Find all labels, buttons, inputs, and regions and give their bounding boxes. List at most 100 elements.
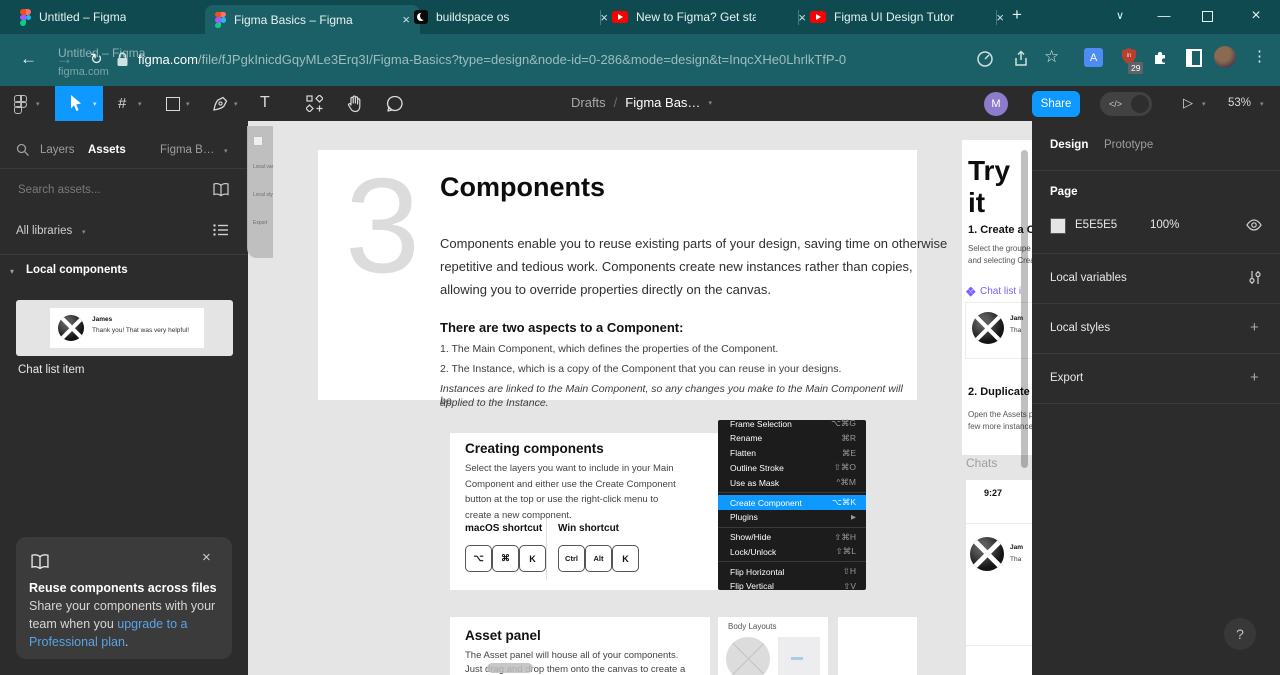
bookmark-star-icon[interactable]: ☆ [1044,47,1059,67]
tab-assets[interactable]: Assets [88,144,126,156]
canvas-page-components[interactable]: 3 Components Components enable you to re… [318,150,917,400]
component-reference[interactable]: Chat list i [966,286,1021,297]
hand-tool-icon[interactable] [346,94,364,113]
comment-tool-icon[interactable] [386,95,404,113]
browser-tab-buildspace[interactable]: buildspace os × [404,0,618,34]
win-shortcut-label: Win shortcut [558,523,619,534]
menu-item[interactable]: Flip Vertical⇧V [718,579,866,594]
present-play-icon[interactable]: ▷ [1183,95,1193,111]
share-icon[interactable] [1012,50,1030,68]
browser-menu-kebab-icon[interactable]: ⋮ [1252,47,1267,65]
tab-prototype[interactable]: Prototype [1104,139,1153,151]
menu-item-plugins[interactable]: Plugins▶ [718,510,866,525]
zoom-chevron-icon[interactable]: ▾ [1260,100,1264,108]
canvas-card-asset-panel[interactable]: Asset panel The Asset panel will house a… [450,617,710,675]
actions-tool-icon[interactable] [306,95,323,112]
variables-sliders-icon[interactable] [1248,270,1262,285]
menu-item[interactable]: Frame Selection⌥⌘G [718,416,866,431]
tab-layers[interactable]: Layers [40,144,75,156]
browser-tab-ui-tutorial[interactable]: Figma UI Design Tutoria × [800,0,1014,34]
library-book-icon[interactable] [212,182,230,197]
asset-panel-title: Asset panel [465,628,541,643]
menu-item[interactable]: Flip Horizontal⇧H [718,564,866,579]
pen-tool-chevron-icon[interactable]: ▾ [234,100,238,108]
breadcrumb-file-name[interactable]: Figma Bas… [625,95,700,110]
add-export-plus-icon[interactable]: + [1250,369,1259,386]
shape-tool-icon[interactable] [166,97,180,111]
search-assets-input[interactable] [16,183,170,197]
browser-tab-new-to-figma[interactable]: New to Figma? Get start × [602,0,816,34]
libraries-chevron-icon[interactable]: ▾ [82,228,86,236]
menu-item[interactable]: Show/Hide⇧⌘H [718,530,866,545]
menu-item[interactable]: Flatten⌘E [718,446,866,461]
shape-tool-chevron-icon[interactable]: ▾ [186,100,190,108]
tab-close-icon[interactable]: × [996,10,1004,25]
component-thumbnail-card[interactable]: James Thank you! That was very helpful! [16,300,233,356]
canvas-frame-chats[interactable]: 9:27 Jam Tha [966,480,1032,675]
local-components-section-title[interactable]: Local components [26,264,128,276]
menu-item[interactable]: Lock/Unlock⇧⌘L [718,545,866,560]
lock-icon[interactable] [116,52,129,67]
search-icon[interactable] [16,143,30,157]
dev-mode-toggle[interactable]: </> [1100,92,1152,116]
canvas-card-body-layouts[interactable]: Body Layouts [718,617,828,675]
upsell-suffix: . [125,635,128,649]
page-selector-chevron-icon[interactable]: ▾ [224,147,228,155]
local-styles-label[interactable]: Local styles [1050,322,1110,334]
section-collapse-icon[interactable]: ▾ [10,267,14,276]
window-close-button[interactable]: × [1236,7,1276,25]
canvas-scrollbar[interactable] [1021,150,1028,468]
page-color-hex[interactable]: E5E5E5 [1075,219,1117,231]
main-menu-chevron-icon[interactable]: ▾ [36,100,40,108]
breadcrumb-folder[interactable]: Drafts [571,95,606,110]
menu-item-label: Plugins [730,512,758,522]
divider [0,168,248,169]
browser-tab-untitled[interactable]: Untitled – Figma × [10,0,222,34]
ghost-line: Local styles [253,192,273,198]
export-label[interactable]: Export [1050,372,1083,384]
move-tool-selected[interactable]: ▾ [55,86,103,121]
move-tool-chevron-icon[interactable]: ▾ [93,100,97,108]
drag-cursor-blob [487,663,533,673]
page-color-swatch[interactable] [1050,218,1066,234]
window-restore-button[interactable] [1202,11,1213,22]
extensions-puzzle-icon[interactable] [1152,48,1170,66]
frame-tool-icon[interactable]: # [118,95,126,112]
back-icon[interactable]: ← [20,49,37,69]
libraries-filter[interactable]: All libraries [16,225,72,237]
share-button[interactable]: Share [1032,91,1080,117]
component-name-label[interactable]: Chat list item [18,364,84,376]
url-text[interactable]: figma.com/file/fJPgkInicdGqyMLe3Erq3I/Fi… [138,52,846,67]
gauge-icon[interactable] [976,50,994,68]
frame-tool-chevron-icon[interactable]: ▾ [138,100,142,108]
page-selector[interactable]: Figma B… [160,144,214,156]
chats-frame-label[interactable]: Chats [966,456,997,470]
menu-item[interactable]: Use as Mask^⌘M [718,475,866,490]
browser-tab-figma-basics[interactable]: Figma Basics – Figma × [205,5,420,34]
translate-extension-icon[interactable]: A [1084,48,1103,67]
menu-item-label: Create Component [730,498,802,508]
pen-tool-icon[interactable] [212,95,229,112]
help-button[interactable]: ? [1224,618,1256,650]
new-tab-button[interactable]: + [1012,5,1022,25]
text-tool-icon[interactable]: T [260,94,270,112]
page-color-opacity[interactable]: 100% [1150,219,1179,231]
user-avatar[interactable]: M [984,92,1008,116]
menu-item[interactable]: Rename⌘R [718,431,866,446]
local-variables-label[interactable]: Local variables [1050,272,1127,284]
zoom-level[interactable]: 53% [1228,97,1251,109]
chapter-number: 3 [345,158,420,293]
visibility-eye-icon[interactable] [1246,219,1262,231]
add-style-plus-icon[interactable]: + [1250,319,1259,336]
browser-profile-avatar[interactable] [1214,46,1236,68]
menu-item-create-component[interactable]: Create Component⌥⌘K [718,495,866,510]
present-chevron-icon[interactable]: ▾ [1202,100,1206,108]
list-view-icon[interactable] [212,223,230,237]
window-minimize-button[interactable]: — [1144,8,1184,23]
file-menu-chevron-icon[interactable]: ▾ [708,99,712,107]
tab-design[interactable]: Design [1050,139,1088,151]
close-icon[interactable]: × [202,549,211,566]
tab-search-chevron-icon[interactable]: ∨ [1100,9,1140,22]
menu-item[interactable]: Outline Stroke⇧⌘O [718,461,866,476]
sidebar-extension-icon[interactable] [1186,49,1202,67]
